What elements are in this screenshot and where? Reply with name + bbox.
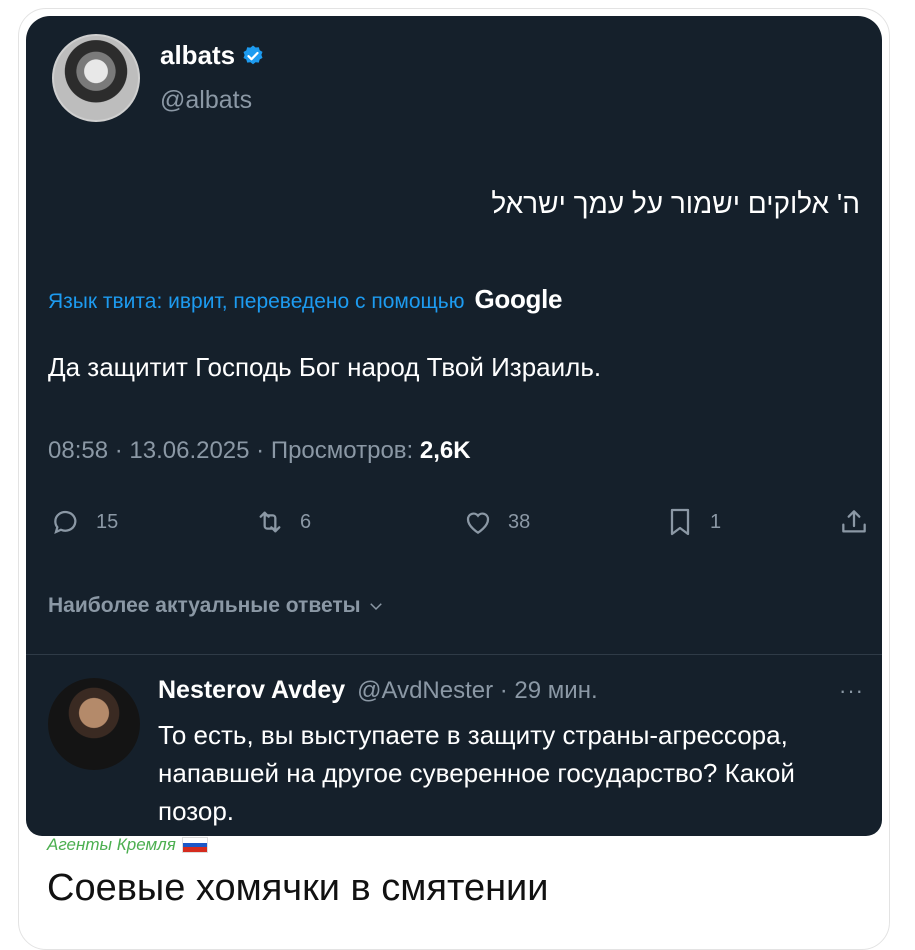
- channel-signature[interactable]: Агенты Кремля: [47, 835, 208, 855]
- timestamp[interactable]: 08:58 · 13.06.2025 · Просмотров:: [48, 437, 413, 464]
- verified-icon: [243, 45, 263, 64]
- view-count: 2,6K: [419, 437, 471, 464]
- more-options-icon[interactable]: ···: [839, 678, 864, 704]
- retweet-icon: [259, 511, 281, 533]
- reply-avatar[interactable]: [48, 678, 140, 770]
- bookmark-button[interactable]: 1: [664, 506, 721, 538]
- share-icon: [842, 510, 866, 533]
- post-caption: Соевые хомячки в смятении: [47, 867, 549, 909]
- author-name[interactable]: albats: [160, 40, 235, 71]
- reply-author-name[interactable]: Nesterov Avdey: [158, 676, 345, 705]
- tweet-meta: 08:58 · 13.06.2025 · Просмотров: 2,6K: [48, 437, 471, 465]
- replies-sort-dropdown[interactable]: Наиболее актуальные ответы: [48, 594, 385, 618]
- translation-note[interactable]: Язык твита: иврит, переведено с помощью …: [48, 284, 563, 315]
- retweet-count: 6: [300, 510, 312, 533]
- retweet-button[interactable]: 6: [254, 506, 311, 538]
- tweet-screenshot: albats @albats ה' אלוקים ישמור על עמך יש…: [26, 16, 882, 836]
- author-handle[interactable]: @albats: [160, 86, 252, 115]
- translated-text: Да защитит Господь Бог народ Твой Израил…: [48, 352, 602, 382]
- tweet-text: ה' אלוקים ישמור על עמך ישראל: [491, 188, 860, 219]
- like-icon: [466, 512, 490, 534]
- bookmark-icon: [670, 508, 690, 536]
- like-button[interactable]: 38: [462, 506, 530, 538]
- like-count: 38: [508, 510, 531, 533]
- reply-text: То есть, вы выступаете в защиту страны-а…: [158, 720, 795, 826]
- reply-button[interactable]: 15: [50, 506, 118, 538]
- translation-note-text: Язык твита: иврит, переведено с помощью: [48, 290, 465, 313]
- reply-header: Nesterov Avdey @AvdNester · 29 мин.: [158, 676, 598, 705]
- divider: [26, 654, 882, 655]
- channel-name: Агенты Кремля: [47, 835, 176, 854]
- reply-count: 15: [96, 510, 119, 533]
- author-avatar[interactable]: [52, 34, 140, 122]
- share-button[interactable]: [838, 506, 882, 538]
- reply-icon: [54, 510, 77, 535]
- post-card: albats @albats ה' אלוקים ישמור על עמך יש…: [18, 8, 890, 950]
- reply-handle-time[interactable]: @AvdNester · 29 мин.: [357, 677, 598, 705]
- replies-sort-label: Наиболее актуальные ответы: [48, 594, 361, 617]
- action-bar: 15 6 38 1: [42, 506, 872, 540]
- author-name-row: albats: [160, 40, 265, 71]
- chevron-down-icon: [369, 603, 382, 611]
- google-logo-text: Google: [474, 284, 563, 314]
- bookmark-count: 1: [710, 510, 722, 533]
- flag-ru-icon: [181, 837, 208, 853]
